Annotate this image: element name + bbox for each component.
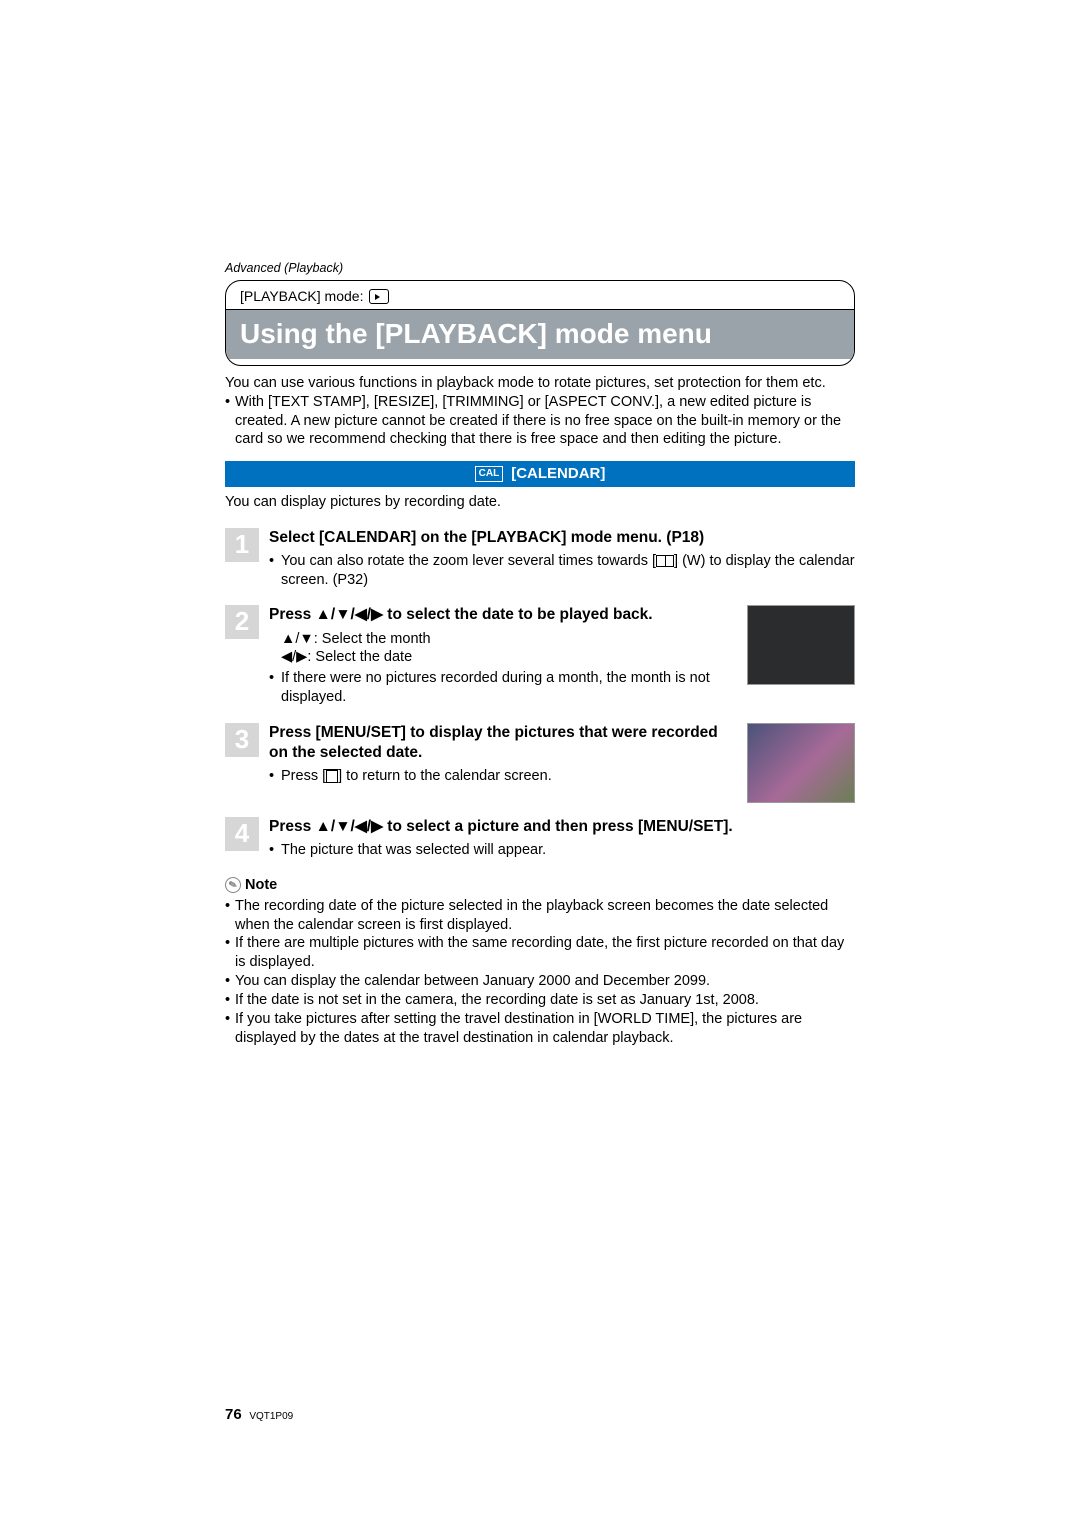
bullet-pre: Press [	[281, 768, 326, 784]
bullet-text: If there were no pictures recorded durin…	[281, 669, 729, 707]
feature-subintro: You can display pictures by recording da…	[225, 493, 855, 512]
step-body: Select [CALENDAR] on the [PLAYBACK] mode…	[269, 528, 855, 592]
step-body: Press [MENU/SET] to display the pictures…	[269, 723, 729, 788]
multi-icon	[656, 555, 674, 567]
row-text: : Select the month	[314, 631, 431, 647]
arrows-vert-icon: ▲/▼	[281, 631, 314, 647]
arrow-row-2: ◀/▶: Select the date	[281, 648, 729, 667]
notes-list: •The recording date of the picture selec…	[225, 897, 855, 1048]
page-number: 76	[225, 1406, 242, 1423]
note-text: If you take pictures after setting the t…	[235, 1010, 855, 1048]
note-item: •If there are multiple pictures with the…	[225, 934, 855, 972]
thumb-picture	[747, 723, 855, 803]
note-text: You can display the calendar between Jan…	[235, 972, 710, 991]
step-bullet: • You can also rotate the zoom lever sev…	[269, 552, 855, 590]
mode-label: [PLAYBACK] mode:	[240, 287, 363, 305]
step-number: 4	[225, 817, 259, 851]
page-footer: 76 VQT1P09	[225, 1405, 293, 1425]
note-item: •You can display the calendar between Ja…	[225, 972, 855, 991]
note-item: •The recording date of the picture selec…	[225, 897, 855, 935]
note-item: •If you take pictures after setting the …	[225, 1010, 855, 1048]
t-a: Press	[269, 818, 316, 835]
note-item: •If the date is not set in the camera, t…	[225, 991, 855, 1010]
mode-row: [PLAYBACK] mode:	[240, 285, 840, 309]
calendar-icon: CAL	[475, 466, 504, 482]
page-header-card: [PLAYBACK] mode: Using the [PLAYBACK] mo…	[225, 280, 855, 366]
bullet-dot: •	[225, 972, 235, 991]
step-body: Press ▲/▼/◀/▶ to select the date to be p…	[269, 605, 729, 709]
step-title: Press ▲/▼/◀/▶ to select a picture and th…	[269, 817, 855, 837]
page-title: Using the [PLAYBACK] mode menu	[226, 310, 854, 358]
note-text: If the date is not set in the camera, th…	[235, 991, 759, 1010]
step-1: 1 Select [CALENDAR] on the [PLAYBACK] mo…	[225, 528, 855, 592]
bullet-dot: •	[269, 669, 281, 707]
thumb-calendar	[747, 605, 855, 685]
arrows-icon: ▲/▼/◀/▶	[316, 606, 383, 623]
feature-title: [CALENDAR]	[511, 464, 605, 484]
bullet-dot: •	[225, 991, 235, 1010]
section-label: Advanced (Playback)	[225, 260, 855, 276]
bullet-post: ] to return to the calendar screen.	[338, 768, 552, 784]
doc-code: VQT1P09	[249, 1411, 293, 1422]
bullet-dot: •	[269, 841, 281, 860]
intro-line1: You can use various functions in playbac…	[225, 374, 855, 393]
arrows-icon: ▲/▼/◀/▶	[316, 818, 383, 835]
note-label: Note	[245, 876, 277, 895]
calendar-screenshot	[747, 605, 855, 685]
bullet-dot: •	[225, 934, 235, 972]
arrows-horiz-icon: ◀/▶	[281, 649, 307, 665]
row-text: : Select the date	[307, 649, 412, 665]
step-body: Press ▲/▼/◀/▶ to select a picture and th…	[269, 817, 855, 862]
note-text: If there are multiple pictures with the …	[235, 934, 855, 972]
t-a: Press	[269, 606, 316, 623]
trash-icon	[326, 769, 338, 783]
step-4: 4 Press ▲/▼/◀/▶ to select a picture and …	[225, 817, 855, 862]
intro-line2: With [TEXT STAMP], [RESIZE], [TRIMMING] …	[235, 393, 855, 450]
note-text: The recording date of the picture select…	[235, 897, 855, 935]
bullet-dot: •	[225, 393, 235, 450]
step-bullet: • If there were no pictures recorded dur…	[269, 669, 729, 707]
step-3: 3 Press [MENU/SET] to display the pictur…	[225, 723, 855, 803]
feature-bar: CAL [CALENDAR]	[225, 461, 855, 487]
playback-icon	[369, 289, 389, 304]
t-b: to select the date to be played back.	[383, 606, 653, 623]
bullet-text: The picture that was selected will appea…	[281, 841, 546, 860]
note-icon: ✎	[223, 875, 243, 895]
bullet-text: Press [ ] to return to the calendar scree…	[281, 767, 552, 786]
bullet-text: You can also rotate the zoom lever sever…	[281, 552, 855, 590]
step-title: Select [CALENDAR] on the [PLAYBACK] mode…	[269, 528, 855, 548]
step-number: 3	[225, 723, 259, 757]
step-2: 2 Press ▲/▼/◀/▶ to select the date to be…	[225, 605, 855, 709]
step-bullet: • The picture that was selected will app…	[269, 841, 855, 860]
bullet-pre: You can also rotate the zoom lever sever…	[281, 553, 656, 569]
step-title: Press ▲/▼/◀/▶ to select the date to be p…	[269, 605, 729, 625]
bullet-dot: •	[225, 897, 235, 935]
intro-bullet: • With [TEXT STAMP], [RESIZE], [TRIMMING…	[225, 393, 855, 450]
step-number: 1	[225, 528, 259, 562]
note-heading: ✎ Note	[225, 876, 855, 895]
step-title: Press [MENU/SET] to display the pictures…	[269, 723, 729, 763]
step-bullet: • Press [ ] to return to the calendar scr…	[269, 767, 729, 786]
picture-screenshot	[747, 723, 855, 803]
intro-text: You can use various functions in playbac…	[225, 374, 855, 449]
bullet-dot: •	[225, 1010, 235, 1048]
t-b: to select a picture and then press [MENU…	[383, 818, 733, 835]
arrow-row-1: ▲/▼: Select the month	[281, 630, 729, 649]
step-number: 2	[225, 605, 259, 639]
bullet-dot: •	[269, 767, 281, 786]
bullet-dot: •	[269, 552, 281, 590]
